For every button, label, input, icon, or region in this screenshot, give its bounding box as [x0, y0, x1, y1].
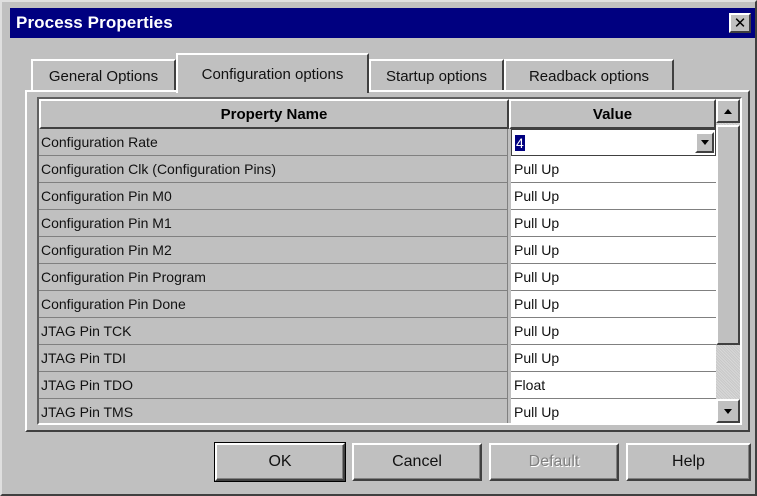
tab-label: Configuration options: [201, 65, 344, 83]
tab-label: Startup options: [386, 67, 487, 85]
process-properties-dialog: Process Properties ✕ General Options Con…: [0, 0, 757, 496]
property-value-cell[interactable]: Pull Up: [511, 183, 716, 210]
tab-readback-options[interactable]: Readback options: [504, 59, 674, 91]
property-value-cell[interactable]: Pull Up: [511, 237, 716, 264]
cancel-button[interactable]: Cancel: [352, 443, 482, 481]
property-name-cell: Configuration Pin Done: [39, 291, 508, 318]
scroll-up-button[interactable]: [716, 99, 740, 123]
property-value-cell[interactable]: Pull Up: [511, 399, 716, 423]
tab-label: Readback options: [528, 67, 650, 85]
property-name-cell: Configuration Pin Program: [39, 264, 508, 291]
selected-value: 4: [515, 135, 525, 151]
property-grid: Property Name Value Configuration Rate 4…: [37, 97, 742, 425]
property-name-cell: Configuration Pin M2: [39, 237, 508, 264]
property-value-cell[interactable]: Pull Up: [511, 291, 716, 318]
property-name-cell: JTAG Pin TDI: [39, 345, 508, 372]
property-name-cell: Configuration Clk (Configuration Pins): [39, 156, 508, 183]
vertical-scrollbar[interactable]: [716, 99, 740, 423]
scroll-down-button[interactable]: [716, 399, 740, 423]
tab-label: General Options: [48, 67, 159, 85]
tab-configuration-options[interactable]: Configuration options: [176, 53, 369, 93]
ok-button[interactable]: OK: [214, 442, 346, 482]
property-value-cell[interactable]: Pull Up: [511, 156, 716, 183]
column-header-property-name[interactable]: Property Name: [39, 99, 509, 129]
default-button: Default: [489, 443, 619, 481]
property-name-cell: Configuration Rate: [39, 129, 508, 156]
property-name-cell: JTAG Pin TMS: [39, 399, 508, 423]
column-header-value[interactable]: Value: [509, 99, 716, 129]
cancel-button-label: Cancel: [392, 453, 442, 470]
property-value-cell[interactable]: Pull Up: [511, 210, 716, 237]
scroll-up-icon: [724, 108, 732, 114]
title-bar[interactable]: Process Properties ✕: [10, 8, 755, 38]
column-header-label: Value: [592, 105, 633, 123]
configuration-rate-select[interactable]: 4: [511, 129, 716, 156]
scroll-down-icon: [724, 408, 732, 414]
window-title: Process Properties: [16, 13, 173, 32]
property-value-cell[interactable]: Pull Up: [511, 318, 716, 345]
tab-startup-options[interactable]: Startup options: [369, 59, 504, 91]
tab-general-options[interactable]: General Options: [31, 59, 176, 91]
property-name-cell: JTAG Pin TCK: [39, 318, 508, 345]
property-name-cell: Configuration Pin M1: [39, 210, 508, 237]
help-button[interactable]: Help: [626, 443, 751, 481]
property-value-cell[interactable]: Pull Up: [511, 264, 716, 291]
close-button[interactable]: ✕: [729, 13, 751, 33]
dropdown-button[interactable]: [695, 132, 714, 153]
property-value-cell[interactable]: Pull Up: [511, 345, 716, 372]
property-name-cell: JTAG Pin TDO: [39, 372, 508, 399]
property-name-cell: Configuration Pin M0: [39, 183, 508, 210]
chevron-down-icon: [700, 140, 709, 145]
default-button-label: Default: [528, 453, 580, 470]
help-button-label: Help: [672, 453, 705, 470]
scroll-thumb[interactable]: [716, 125, 740, 345]
property-value-cell[interactable]: Float: [511, 372, 716, 399]
ok-button-label: OK: [268, 453, 292, 470]
close-icon: ✕: [733, 13, 747, 32]
column-header-label: Property Name: [220, 105, 328, 123]
